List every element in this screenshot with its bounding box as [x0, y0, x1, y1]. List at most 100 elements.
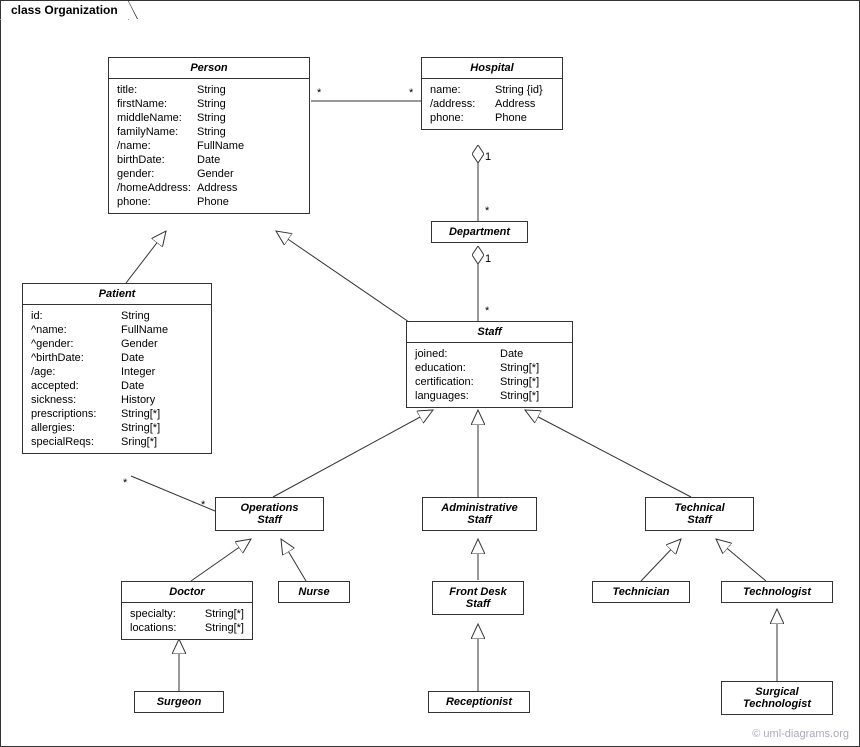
- mult-hospital-dept-1: 1: [485, 151, 491, 163]
- attribute-row: /address:Address: [430, 97, 554, 111]
- class-front-desk-staff: Front DeskStaff: [432, 581, 524, 615]
- class-doctor-title: Doctor: [122, 582, 252, 603]
- attribute-row: title:String: [117, 83, 301, 97]
- attribute-type: String: [197, 84, 301, 96]
- attribute-name: locations:: [130, 622, 205, 634]
- class-administrative-staff-title: AdministrativeStaff: [423, 498, 536, 530]
- class-operations-staff-title: OperationsStaff: [216, 498, 323, 530]
- attribute-name: gender:: [117, 168, 197, 180]
- frame-title: class Organization: [11, 3, 118, 17]
- class-surgical-technologist: SurgicalTechnologist: [721, 681, 833, 715]
- attribute-type: Gender: [197, 168, 301, 180]
- attribute-row: locations:String[*]: [130, 621, 244, 635]
- attribute-row: birthDate:Date: [117, 153, 301, 167]
- class-technologist-title: Technologist: [722, 582, 832, 602]
- attribute-row: /homeAddress:Address: [117, 181, 301, 195]
- mult-dept-staff-star: *: [485, 305, 489, 317]
- attribute-type: String: [197, 112, 301, 124]
- class-doctor: Doctor specialty:String[*]locations:Stri…: [121, 581, 253, 640]
- class-hospital-attrs: name:String {id}/address:Addressphone:Ph…: [422, 79, 562, 129]
- attribute-row: ^name:FullName: [31, 323, 203, 337]
- attribute-row: specialReqs:Sring[*]: [31, 435, 203, 449]
- class-staff-attrs: joined:Dateeducation:String[*]certificat…: [407, 343, 572, 407]
- attribute-row: id:String: [31, 309, 203, 323]
- attribute-row: ^gender:Gender: [31, 337, 203, 351]
- diagram-frame: class Organization: [0, 0, 860, 747]
- attribute-row: phone:Phone: [117, 195, 301, 209]
- attribute-row: specialty:String[*]: [130, 607, 244, 621]
- class-patient-attrs: id:String^name:FullName^gender:Gender^bi…: [23, 305, 211, 453]
- class-technician-title: Technician: [593, 582, 689, 602]
- attribute-type: String[*]: [500, 390, 564, 402]
- attribute-name: id:: [31, 310, 121, 322]
- attribute-type: String[*]: [500, 376, 564, 388]
- attribute-type: Address: [495, 98, 554, 110]
- attribute-row: name:String {id}: [430, 83, 554, 97]
- attribute-type: FullName: [197, 140, 301, 152]
- attribute-name: birthDate:: [117, 154, 197, 166]
- attribute-row: phone:Phone: [430, 111, 554, 125]
- attribute-name: name:: [430, 84, 495, 96]
- attribute-type: Date: [500, 348, 564, 360]
- class-surgical-technologist-title: SurgicalTechnologist: [722, 682, 832, 714]
- attribute-name: phone:: [430, 112, 495, 124]
- class-department-title: Department: [432, 222, 527, 242]
- attribute-row: familyName:String: [117, 125, 301, 139]
- attribute-name: education:: [415, 362, 500, 374]
- class-surgeon-title: Surgeon: [135, 692, 223, 712]
- attribute-name: sickness:: [31, 394, 121, 406]
- attribute-row: certification:String[*]: [415, 375, 564, 389]
- attribute-name: ^name:: [31, 324, 121, 336]
- attribute-type: Sring[*]: [121, 436, 203, 448]
- attribute-type: String: [197, 126, 301, 138]
- attribute-row: gender:Gender: [117, 167, 301, 181]
- mult-dept-staff-1: 1: [485, 253, 491, 265]
- attribute-name: /address:: [430, 98, 495, 110]
- attribute-row: /age:Integer: [31, 365, 203, 379]
- attribute-type: FullName: [121, 324, 203, 336]
- attribute-type: String[*]: [500, 362, 564, 374]
- mult-person-hospital-left: *: [317, 87, 321, 99]
- class-department: Department: [431, 221, 528, 243]
- attribute-name: certification:: [415, 376, 500, 388]
- attribute-type: String[*]: [121, 408, 203, 420]
- attribute-name: /homeAddress:: [117, 182, 197, 194]
- attribute-name: /age:: [31, 366, 121, 378]
- attribute-type: Phone: [495, 112, 554, 124]
- attribute-name: middleName:: [117, 112, 197, 124]
- attribute-type: Integer: [121, 366, 203, 378]
- attribute-name: allergies:: [31, 422, 121, 434]
- attribute-name: phone:: [117, 196, 197, 208]
- class-operations-staff: OperationsStaff: [215, 497, 324, 531]
- attribute-type: Date: [197, 154, 301, 166]
- attribute-type: String[*]: [205, 622, 244, 634]
- attribute-row: middleName:String: [117, 111, 301, 125]
- class-receptionist: Receptionist: [428, 691, 530, 713]
- attribute-type: String[*]: [121, 422, 203, 434]
- attribute-type: Date: [121, 380, 203, 392]
- attribute-name: title:: [117, 84, 197, 96]
- class-receptionist-title: Receptionist: [429, 692, 529, 712]
- attribute-type: Address: [197, 182, 301, 194]
- attribute-row: education:String[*]: [415, 361, 564, 375]
- attribute-name: ^gender:: [31, 338, 121, 350]
- attribute-row: sickness:History: [31, 393, 203, 407]
- attribute-type: Date: [121, 352, 203, 364]
- class-nurse: Nurse: [278, 581, 350, 603]
- attribute-name: prescriptions:: [31, 408, 121, 420]
- attribute-row: firstName:String: [117, 97, 301, 111]
- attribute-type: String {id}: [495, 84, 554, 96]
- watermark-text: © uml-diagrams.org: [752, 728, 849, 740]
- attribute-row: languages:String[*]: [415, 389, 564, 403]
- attribute-name: firstName:: [117, 98, 197, 110]
- attribute-row: joined:Date: [415, 347, 564, 361]
- attribute-type: String[*]: [205, 608, 244, 620]
- class-patient: Patient id:String^name:FullName^gender:G…: [22, 283, 212, 454]
- attribute-name: familyName:: [117, 126, 197, 138]
- class-technician: Technician: [592, 581, 690, 603]
- attribute-row: prescriptions:String[*]: [31, 407, 203, 421]
- class-person: Person title:StringfirstName:Stringmiddl…: [108, 57, 310, 214]
- class-person-title: Person: [109, 58, 309, 79]
- class-surgeon: Surgeon: [134, 691, 224, 713]
- attribute-row: allergies:String[*]: [31, 421, 203, 435]
